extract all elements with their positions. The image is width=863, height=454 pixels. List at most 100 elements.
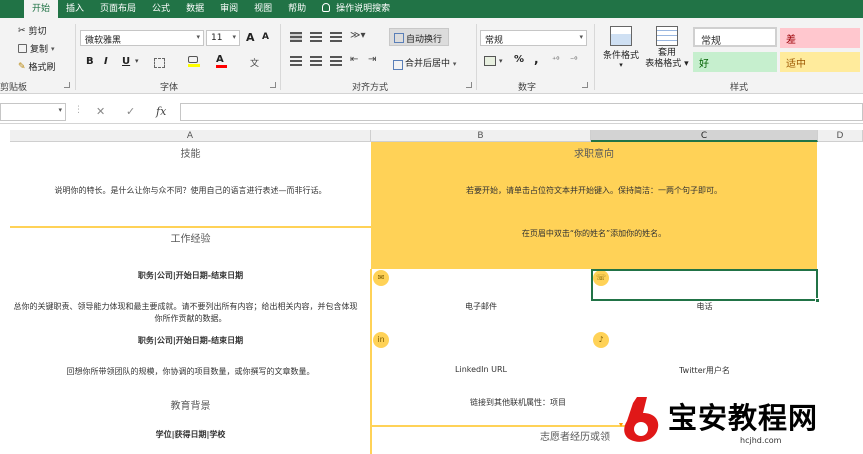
objective-text-1[interactable]: 若要开始，请单击占位符文本并开始键入。保持简洁：一两个句子即可。 xyxy=(371,185,817,196)
orientation-icon[interactable]: ≫▾ xyxy=(350,30,366,41)
merge-center-button[interactable]: 合并后居中 ▾ xyxy=(389,56,456,70)
merge-center-label: 合并后居中 xyxy=(405,59,451,69)
format-as-table-button[interactable]: 套用 表格格式 ▾ xyxy=(643,26,691,70)
lightbulb-icon xyxy=(322,3,331,12)
column-header-c[interactable]: C xyxy=(591,130,818,142)
alignment-launcher-icon[interactable] xyxy=(466,82,472,88)
chevron-down-icon: ▾ xyxy=(232,33,236,41)
chevron-down-icon: ▾ xyxy=(196,33,200,41)
watermark-url: hcjhd.com xyxy=(740,436,782,445)
tab-home[interactable]: 开始 xyxy=(24,0,59,18)
formula-input[interactable] xyxy=(180,103,863,121)
percent-button[interactable]: % xyxy=(514,54,524,65)
table-icon xyxy=(656,26,678,46)
top-align-icon[interactable] xyxy=(290,32,302,42)
style-bad[interactable]: 差 xyxy=(780,28,860,48)
alignment-group-label: 对齐方式 xyxy=(352,83,389,93)
underline-button[interactable]: U xyxy=(122,56,130,67)
font-color-icon[interactable]: A xyxy=(216,54,227,68)
align-center-icon[interactable] xyxy=(310,56,322,66)
comma-button[interactable]: , xyxy=(534,52,539,66)
wrap-text-button[interactable]: 自动换行 xyxy=(389,28,450,46)
chevron-down-icon[interactable]: ▾ xyxy=(499,57,503,65)
copy-button[interactable]: 复制 ▾ xyxy=(18,42,55,55)
drag-handle-icon[interactable]: ⋮ xyxy=(74,105,83,115)
watermark-title: 宝安教程网 xyxy=(668,401,819,435)
selected-cell-c[interactable] xyxy=(591,269,820,303)
chevron-down-icon[interactable]: ▾ xyxy=(135,57,139,65)
fill-handle[interactable] xyxy=(815,298,820,303)
insert-function-icon[interactable]: fx xyxy=(156,105,166,118)
format-painter-button[interactable]: ✎ 格式刷 xyxy=(18,60,56,74)
conditional-formatting-button[interactable]: 条件格式 ▾ xyxy=(600,26,642,69)
grow-font-button[interactable]: A xyxy=(246,31,255,44)
increase-indent-icon[interactable]: ⇥ xyxy=(368,54,376,65)
tell-me-search[interactable]: 操作说明搜索 xyxy=(314,0,398,18)
tab-help[interactable]: 帮助 xyxy=(280,0,314,18)
cancel-icon[interactable]: ✕ xyxy=(96,105,105,118)
clipboard-group-label: 剪贴板 xyxy=(0,83,28,93)
cut-button[interactable]: ✂ 剪切 xyxy=(18,24,47,38)
shrink-font-button[interactable]: A xyxy=(262,32,269,42)
copy-label: 复制 xyxy=(30,45,49,55)
phone-label[interactable]: 电话 xyxy=(591,301,818,312)
font-group-label: 字体 xyxy=(160,83,179,93)
cut-label: 剪切 xyxy=(28,27,47,37)
column-header-a[interactable]: A xyxy=(10,130,371,142)
decrease-decimal-icon[interactable]: ⁻⁰ xyxy=(570,55,577,64)
clipboard-launcher-icon[interactable] xyxy=(64,82,70,88)
italic-button[interactable]: I xyxy=(104,56,108,67)
email-icon: ✉ xyxy=(373,270,389,286)
align-right-icon[interactable] xyxy=(330,56,342,66)
font-color-glyph: A xyxy=(216,54,224,65)
skills-text[interactable]: 说明你的特长。是什么让你与众不同？使用自己的语言进行表述—而非行话。 xyxy=(10,185,371,196)
linkedin-label[interactable]: LinkedIn URL xyxy=(371,365,591,374)
align-left-icon[interactable] xyxy=(290,56,302,66)
font-launcher-icon[interactable] xyxy=(270,82,276,88)
font-size-select[interactable]: 11 ▾ xyxy=(206,30,240,46)
chevron-down-icon: ▾ xyxy=(58,106,62,114)
skills-heading[interactable]: 技能 xyxy=(10,145,371,160)
email-label[interactable]: 电子邮件 xyxy=(371,301,591,312)
job-1-text-a[interactable]: 总你的关键职责、领导能力体现和最主要成就。请不要列出所有内容；给出相关内容，并包… xyxy=(0,301,371,312)
border-icon[interactable] xyxy=(154,58,165,68)
tab-review[interactable]: 审阅 xyxy=(212,0,246,18)
enter-icon[interactable]: ✓ xyxy=(126,105,135,118)
education-item[interactable]: 学位|获得日期|学校 xyxy=(10,429,371,440)
education-heading[interactable]: 教育背景 xyxy=(10,397,371,412)
name-box[interactable]: ▾ xyxy=(0,103,66,121)
style-neutral[interactable]: 适中 xyxy=(780,52,860,72)
style-good[interactable]: 好 xyxy=(693,52,777,72)
tab-page-layout[interactable]: 页面布局 xyxy=(92,0,144,18)
experience-heading[interactable]: 工作经验 xyxy=(10,230,371,245)
bottom-align-icon[interactable] xyxy=(330,32,342,42)
linkedin-icon: in xyxy=(373,332,389,348)
objective-heading[interactable]: 求职意向 xyxy=(371,145,817,160)
job-1-text-b[interactable]: 你所作贡献的数据。 xyxy=(10,313,371,324)
font-name-select[interactable]: 微软雅黑 ▾ xyxy=(80,30,204,46)
column-header-d[interactable]: D xyxy=(818,130,863,142)
column-header-b[interactable]: B xyxy=(371,130,591,142)
paintbrush-icon: ✎ xyxy=(18,61,26,72)
twitter-label[interactable]: Twitter用户名 xyxy=(591,365,818,376)
tab-insert[interactable]: 插入 xyxy=(58,0,92,18)
decrease-indent-icon[interactable]: ⇤ xyxy=(350,54,358,65)
conditional-formatting-icon xyxy=(610,26,632,46)
style-normal[interactable]: 常规 xyxy=(693,27,777,47)
job-1-title[interactable]: 职务|公司|开始日期-结束日期 xyxy=(10,270,371,281)
number-launcher-icon[interactable] xyxy=(582,82,588,88)
tab-data[interactable]: 数据 xyxy=(178,0,212,18)
tab-formulas[interactable]: 公式 xyxy=(144,0,178,18)
objective-text-2[interactable]: 在页眉中双击“你的姓名”添加你的姓名。 xyxy=(371,228,817,239)
increase-decimal-icon[interactable]: ⁺⁰ xyxy=(552,55,559,64)
job-2-text[interactable]: 回想你所带领团队的规模，你协调的项目数量，或你撰写的文章数量。 xyxy=(10,366,371,377)
bold-button[interactable]: B xyxy=(86,56,94,67)
job-2-title[interactable]: 职务|公司|开始日期-结束日期 xyxy=(10,335,371,346)
fill-color-icon[interactable] xyxy=(188,56,200,68)
currency-format-icon[interactable] xyxy=(484,56,496,66)
ribbon-tab-bar: 开始 插入 页面布局 公式 数据 审阅 视图 帮助 操作说明搜索 xyxy=(0,0,863,18)
middle-align-icon[interactable] xyxy=(310,32,322,42)
phonetic-guide-button[interactable]: 文 xyxy=(250,56,259,69)
tab-view[interactable]: 视图 xyxy=(246,0,280,18)
number-format-select[interactable]: 常规 ▾ xyxy=(480,30,587,46)
